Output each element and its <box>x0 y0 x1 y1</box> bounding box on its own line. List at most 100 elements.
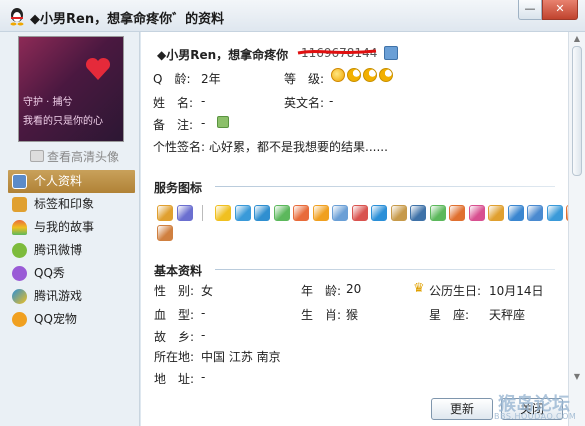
moon-icon <box>347 68 361 82</box>
sidebar-item-label: 腾讯微博 <box>34 243 83 257</box>
constellation-value: 天秤座 <box>489 308 526 322</box>
minimize-button[interactable]: — <box>518 0 542 20</box>
sidebar-item-tags[interactable]: 标签和印象 <box>8 193 135 216</box>
pet-icon <box>12 312 27 327</box>
sidebar-item-label: 个人资料 <box>34 174 83 188</box>
gender-label: 性 别: <box>154 284 195 298</box>
sidebar-item-profile[interactable]: 个人资料 <box>8 170 135 193</box>
sidebar-item-weibo[interactable]: 腾讯微博 <box>8 239 135 262</box>
view-hd-avatar-label: 查看高清头像 <box>47 150 120 164</box>
scrollbar-thumb[interactable] <box>572 46 582 176</box>
sun-icon <box>331 68 345 82</box>
profile-page-icon[interactable] <box>384 46 398 60</box>
memo-value: - <box>201 116 206 130</box>
pet-monkey-icon[interactable] <box>157 225 173 241</box>
sidebar-item-qqshow[interactable]: QQ秀 <box>8 262 135 285</box>
services-heading: 服务图标 <box>154 181 203 195</box>
music-icon[interactable] <box>351 205 368 221</box>
basic-info-divider <box>215 269 555 270</box>
gender-value: 女 <box>201 284 214 298</box>
age-value: 20 <box>346 282 362 296</box>
sidebar-nav: 个人资料 标签和印象 与我的故事 腾讯微博 QQ秀 腾讯游戏 QQ宠物 <box>8 170 135 331</box>
chat-bubble-icon[interactable] <box>273 205 290 221</box>
profile-content: ◆小男Ren，想拿命疼你 1169678144 Q 龄: 2年 等 级: 姓 名… <box>141 32 568 426</box>
services-divider <box>215 186 555 187</box>
girl-icon[interactable] <box>468 205 485 221</box>
penguin-fire-icon[interactable] <box>449 205 465 221</box>
hometown-value: - <box>201 328 206 342</box>
hometown-label: 故 乡: <box>154 330 195 344</box>
sidebar-item-label: 腾讯游戏 <box>34 289 83 303</box>
forum-watermark-url: BBS.HOUDAO.COM <box>494 412 577 421</box>
photo-icon[interactable] <box>527 205 543 221</box>
rainbow-icon <box>12 220 27 235</box>
sidebar-item-stories[interactable]: 与我的故事 <box>8 216 135 239</box>
tag-person-icon <box>12 197 27 212</box>
cartoon-icon[interactable] <box>429 205 446 221</box>
q-age-label: Q 龄: <box>153 72 191 86</box>
service-separator <box>202 205 203 221</box>
ball-icon[interactable] <box>546 205 563 221</box>
level-label: 等 级: <box>284 72 325 86</box>
name-label: 姓 名: <box>153 96 194 110</box>
sidebar-item-label: 标签和印象 <box>34 197 95 211</box>
window-title: ◆小男Ren，想拿命疼你゛的资料 <box>30 12 225 27</box>
view-hd-avatar-link[interactable]: 查看高清头像 <box>30 148 119 165</box>
signature-label: 个性签名: <box>153 140 206 154</box>
qq-penguin-logo-icon <box>10 8 24 26</box>
wallet-icon[interactable] <box>312 205 329 221</box>
sidebar-item-pet[interactable]: QQ宠物 <box>8 308 135 331</box>
location-value: 中国 江苏 南京 <box>201 350 281 364</box>
english-name-value: - <box>329 94 334 108</box>
sidebar-item-label: QQ秀 <box>34 266 65 280</box>
zodiac-label: 生 肖: <box>301 308 342 322</box>
address-label: 地 址: <box>154 372 195 386</box>
camera-monkey-icon[interactable] <box>390 205 407 221</box>
memo-label: 备 注: <box>153 118 194 132</box>
qzone-icon[interactable] <box>234 205 251 221</box>
title-bar: ◆小男Ren，想拿命疼你゛的资料 — ✕ <box>0 0 585 32</box>
star-icon[interactable] <box>215 205 231 221</box>
app-icon[interactable] <box>293 205 309 221</box>
scroll-down-icon[interactable]: ▼ <box>571 372 583 382</box>
signature-value: 心好累，都不是我想要的结果...... <box>209 140 388 154</box>
location-label: 所在地: <box>154 350 195 364</box>
basic-info-heading: 基本资料 <box>154 264 203 278</box>
qq-show-icon <box>12 266 27 281</box>
avatar-text-1: 守护 · 捕兮 <box>23 97 73 108</box>
penguin-icon[interactable] <box>488 205 504 221</box>
blood-type-value: - <box>201 306 206 320</box>
zodiac-value: 猴 <box>346 308 359 322</box>
edit-memo-icon[interactable] <box>217 116 229 128</box>
phone-icon[interactable] <box>410 205 426 221</box>
close-window-button[interactable]: ✕ <box>542 0 578 20</box>
heart-icon <box>85 57 111 80</box>
birthday-label: 公历生日: <box>429 284 482 298</box>
refresh-button[interactable]: 更新 <box>431 398 493 420</box>
earth-icon[interactable] <box>254 205 270 221</box>
avatar-text-2: 我看的只是你的心 <box>23 116 103 127</box>
birthday-value: 10月14日 <box>489 284 544 298</box>
avatar[interactable]: 守护 · 捕兮 我看的只是你的心 <box>18 36 124 142</box>
profile-card-icon <box>12 174 27 189</box>
ie-icon[interactable] <box>371 205 387 221</box>
name-value: - <box>201 94 206 108</box>
address-value: - <box>201 370 206 384</box>
sidebar-item-label: QQ宠物 <box>34 312 77 326</box>
camera-icon <box>30 150 44 162</box>
card-stack-icon[interactable] <box>177 205 193 221</box>
mail-bundle-icon[interactable] <box>157 205 173 221</box>
letter-icon[interactable] <box>332 205 348 221</box>
redaction-mark <box>297 49 377 55</box>
scroll-up-icon[interactable]: ▲ <box>571 34 583 44</box>
nickname: ◆小男Ren，想拿命疼你 <box>157 48 289 62</box>
english-name-label: 英文名: <box>284 96 325 110</box>
moon-icon <box>363 68 377 82</box>
sidebar-item-label: 与我的故事 <box>34 220 95 234</box>
level-icons[interactable] <box>331 68 395 85</box>
sidebar-item-games[interactable]: 腾讯游戏 <box>8 285 135 308</box>
q-age-value: 2年 <box>201 72 221 86</box>
left-panel: 守护 · 捕兮 我看的只是你的心 查看高清头像 个人资料 标签和印象 与我的故事… <box>0 32 140 426</box>
mail-window-icon[interactable] <box>507 205 524 221</box>
scrollbar[interactable]: ▲ ▼ <box>568 32 585 426</box>
